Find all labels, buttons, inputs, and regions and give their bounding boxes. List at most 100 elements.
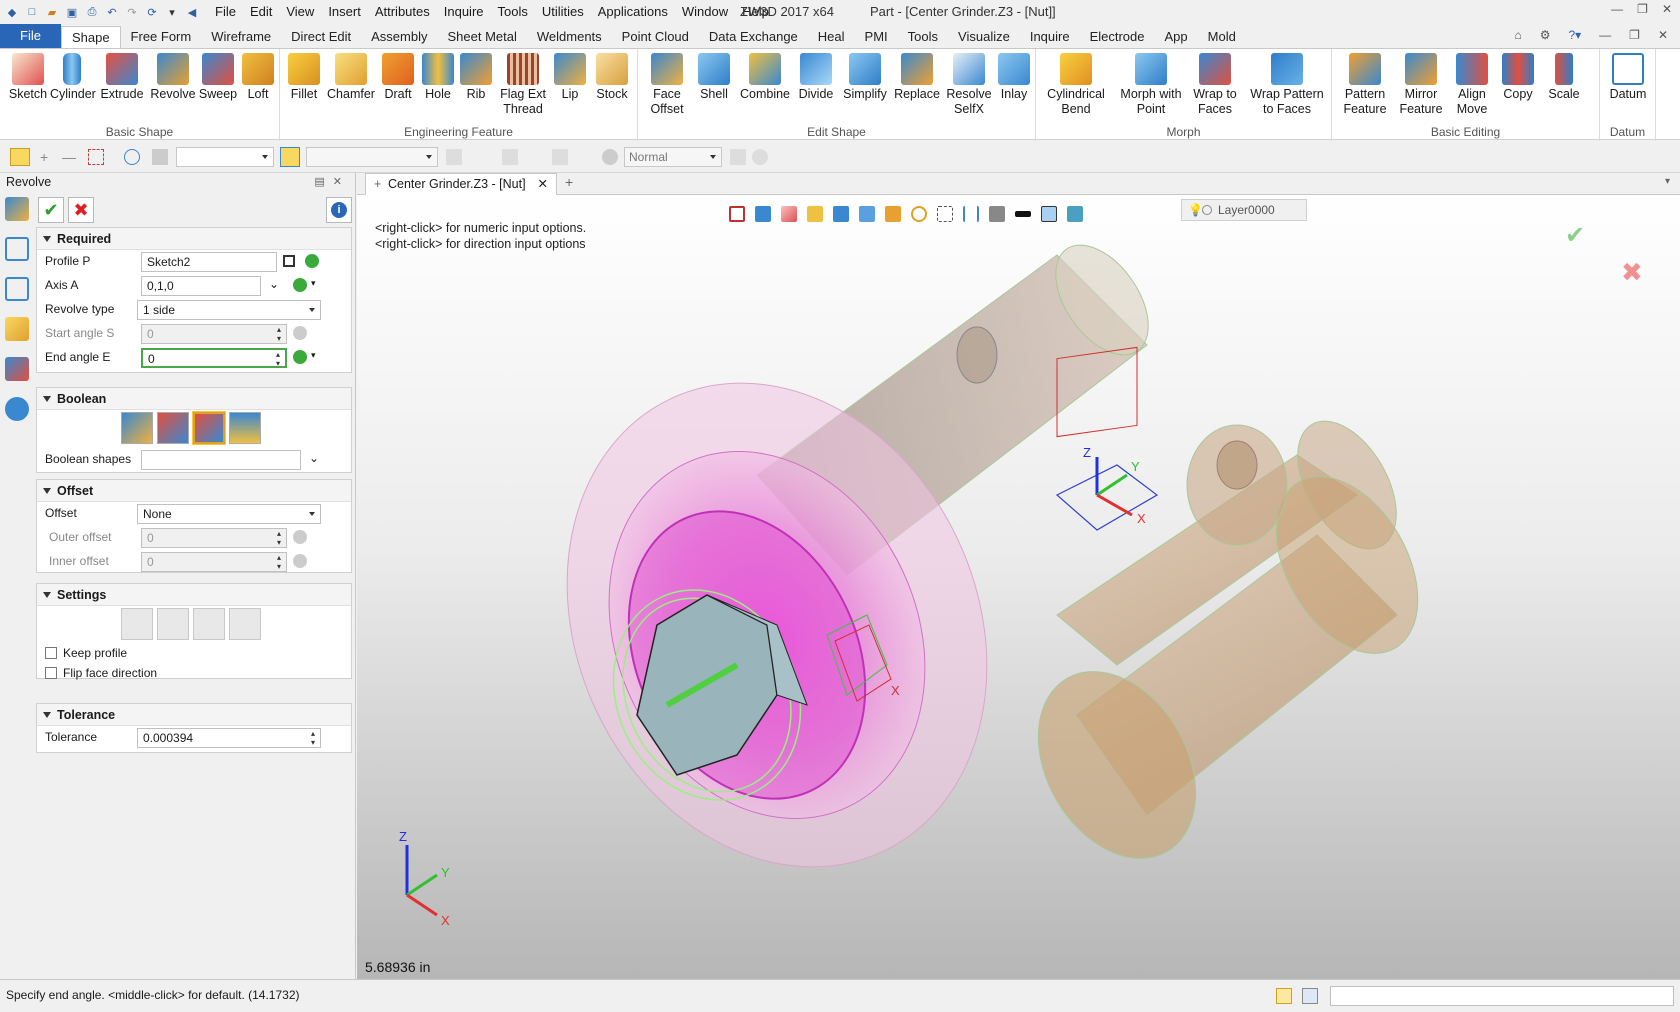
pattern-feature-button[interactable]: Pattern Feature (1338, 53, 1392, 117)
morph-with-point-button[interactable]: Morph with Point (1116, 53, 1186, 117)
revolve-button[interactable]: Revolve (150, 53, 196, 102)
tab-sheet-metal[interactable]: Sheet Metal (438, 26, 527, 48)
select-pointer-icon[interactable] (10, 148, 30, 166)
grid-icon[interactable] (552, 149, 568, 165)
copy-button[interactable]: Copy (1496, 53, 1540, 102)
tab-data-exchange[interactable]: Data Exchange (699, 26, 808, 48)
filter-icon[interactable] (152, 149, 168, 165)
render-settings-icon[interactable] (602, 149, 618, 165)
command-input[interactable] (1330, 986, 1674, 1006)
filter-select[interactable] (176, 147, 274, 167)
revolve-type-select[interactable]: 1 side (137, 300, 321, 320)
assembly-tree-icon[interactable] (5, 277, 29, 301)
datum-button[interactable]: Datum (1606, 53, 1650, 102)
tab-app[interactable]: App (1155, 26, 1198, 48)
end-angle-pick-icon[interactable] (293, 350, 307, 364)
back-icon[interactable]: ◀ (184, 4, 200, 20)
settings-gear-icon[interactable]: ⚙ (1540, 28, 1551, 42)
tab-mold[interactable]: Mold (1198, 26, 1246, 48)
tab-electrode[interactable]: Electrode (1080, 26, 1155, 48)
tab-assembly[interactable]: Assembly (361, 26, 437, 48)
tab-visualize[interactable]: Visualize (948, 26, 1020, 48)
end-angle-field[interactable]: 0 (141, 348, 287, 368)
wrap-to-faces-button[interactable]: Wrap to Faces (1188, 53, 1242, 117)
hole-button[interactable]: Hole (418, 53, 458, 102)
pick-cursor-icon[interactable] (730, 149, 746, 165)
fillet-button[interactable]: Fillet (284, 53, 324, 102)
new-tab-icon[interactable]: + (565, 174, 573, 190)
menu-inquire[interactable]: Inquire (437, 0, 491, 24)
sketch-button[interactable]: Sketch (8, 53, 48, 102)
tab-inquire[interactable]: Inquire (1020, 26, 1080, 48)
cylindrical-bend-button[interactable]: Cylindrical Bend (1040, 53, 1112, 117)
open-file-icon[interactable]: ▰ (44, 4, 60, 20)
3d-viewport[interactable]: 💡 Layer0000 <right-click> for numeric in… (357, 195, 1680, 979)
tolerance-field[interactable]: 0.000394 (137, 728, 321, 748)
menu-tools[interactable]: Tools (491, 0, 535, 24)
boolean-intersect-button[interactable] (229, 412, 261, 444)
tab-tools[interactable]: Tools (898, 26, 948, 48)
restore-icon[interactable]: ❐ (1637, 2, 1648, 16)
section-tolerance-header[interactable]: Tolerance (37, 704, 351, 726)
inner-offset-pick-icon[interactable] (293, 554, 307, 568)
setting-option-2-button[interactable] (157, 608, 189, 640)
feature-panel-icon[interactable] (5, 197, 29, 221)
tab-free-form[interactable]: Free Form (121, 26, 202, 48)
minimize-icon[interactable]: — (1611, 2, 1623, 16)
flip-face-checkbox[interactable] (45, 667, 57, 679)
axis-field[interactable]: 0,1,0 (141, 276, 261, 296)
doc-tab-close-icon[interactable]: ✕ (538, 174, 548, 194)
simplify-button[interactable]: Simplify (840, 53, 890, 102)
secondary-filter-select[interactable] (306, 147, 438, 167)
user-icon[interactable] (5, 397, 29, 421)
shell-button[interactable]: Shell (694, 53, 734, 102)
add-filter-icon[interactable]: + (40, 150, 54, 164)
snap-icon[interactable] (446, 149, 462, 165)
boolean-shapes-field[interactable] (141, 450, 301, 470)
menu-edit[interactable]: Edit (243, 0, 279, 24)
print-icon[interactable]: ⎙ (84, 4, 100, 20)
sketch-pick-icon[interactable] (283, 255, 295, 267)
stock-button[interactable]: Stock (590, 53, 634, 102)
align-icon[interactable] (502, 149, 518, 165)
section-required-header[interactable]: Required (37, 228, 351, 250)
sweep-button[interactable]: Sweep (198, 53, 238, 102)
doc-minimize-icon[interactable]: — (1599, 28, 1611, 42)
resolve-selfx-button[interactable]: Resolve SelfX (944, 53, 994, 117)
profile-field[interactable]: Sketch2 (141, 252, 277, 272)
panel-pin-icon[interactable]: ▤ (314, 176, 332, 188)
new-file-icon[interactable]: □ (24, 4, 40, 20)
tab-shape[interactable]: Shape (60, 26, 121, 48)
status-view-icon[interactable] (1276, 988, 1292, 1004)
save-icon[interactable]: ▣ (64, 4, 80, 20)
tab-pmi[interactable]: PMI (855, 26, 898, 48)
pick-box-icon[interactable] (88, 149, 104, 165)
flag-ext-thread-button[interactable]: Flag Ext Thread (494, 53, 552, 117)
pick-settings-icon[interactable] (752, 149, 768, 165)
profile-pick-icon[interactable] (305, 254, 319, 268)
start-angle-pick-icon[interactable] (293, 326, 307, 340)
setting-option-3-button[interactable] (193, 608, 225, 640)
section-boolean-header[interactable]: Boolean (37, 388, 351, 410)
outer-offset-pick-icon[interactable] (293, 530, 307, 544)
tab-weldments[interactable]: Weldments (527, 26, 612, 48)
tab-point-cloud[interactable]: Point Cloud (612, 26, 699, 48)
setting-option-1-button[interactable] (121, 608, 153, 640)
render-mode-select[interactable]: Normal (624, 147, 722, 167)
axis-options-chevron-icon[interactable]: ⌄ (269, 277, 279, 291)
outer-offset-field[interactable]: 0 (141, 528, 287, 548)
draft-button[interactable]: Draft (378, 53, 418, 102)
tab-wireframe[interactable]: Wireframe (201, 26, 281, 48)
smart-pick-icon[interactable] (280, 147, 300, 167)
replace-button[interactable]: Replace (892, 53, 942, 102)
doc-tab-center-grinder[interactable]: + Center Grinder.Z3 - [Nut] ✕ (365, 173, 557, 195)
axis-pick-icon[interactable] (293, 278, 307, 292)
lip-button[interactable]: Lip (552, 53, 588, 102)
wrap-pattern-button[interactable]: Wrap Pattern to Faces (1246, 53, 1328, 117)
visual-manager-icon[interactable] (5, 357, 29, 381)
doc-restore-icon[interactable]: ❐ (1629, 28, 1640, 42)
chamfer-button[interactable]: Chamfer (326, 53, 376, 102)
remove-filter-icon[interactable]: — (62, 150, 76, 164)
boolean-remove-button[interactable] (192, 411, 226, 445)
end-angle-dropdown-icon[interactable]: ▾ (311, 350, 316, 361)
